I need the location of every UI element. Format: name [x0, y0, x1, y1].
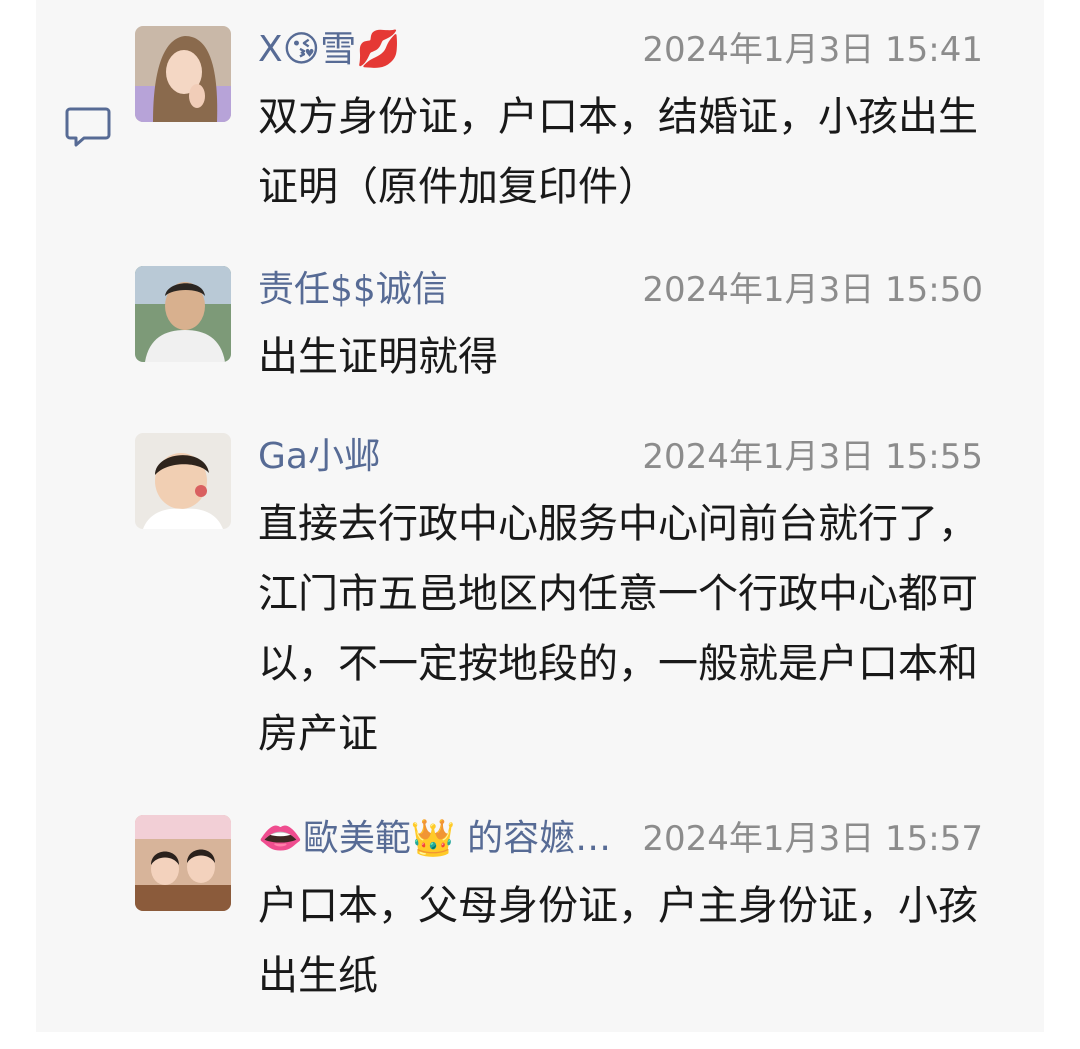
comment-text: 双方身份证，户口本，结婚证，小孩出生证明（原件加复印件）	[258, 94, 978, 210]
user-avatar-icon[interactable]	[135, 433, 231, 529]
sender-name[interactable]: 责任$$诚信	[258, 266, 448, 314]
timestamp: 2024年1月3日 15:41	[642, 30, 983, 70]
timestamp: 2024年1月3日 15:57	[642, 819, 983, 859]
timestamp: 2024年1月3日 15:55	[642, 437, 983, 477]
user-avatar-icon[interactable]	[135, 266, 231, 362]
timestamp: 2024年1月3日 15:50	[642, 270, 983, 310]
user-avatar-icon[interactable]	[135, 26, 231, 122]
sender-name[interactable]: 👄歐美範👑 的容嬷…	[258, 815, 611, 863]
comment-text: 出生证明就得	[258, 334, 498, 380]
comment-text: 户口本，父母身份证，户主身份证，小孩出生纸	[258, 883, 978, 999]
comment-text: 直接去行政中心服务中心问前台就行了，江门市五邑地区内任意一个行政中心都可以，不一…	[258, 501, 978, 757]
comment-icon	[65, 107, 111, 147]
sender-name[interactable]: X😘雪💋	[258, 26, 401, 74]
sender-name[interactable]: Ga小邺	[258, 433, 380, 481]
user-avatar-icon[interactable]	[135, 815, 231, 911]
